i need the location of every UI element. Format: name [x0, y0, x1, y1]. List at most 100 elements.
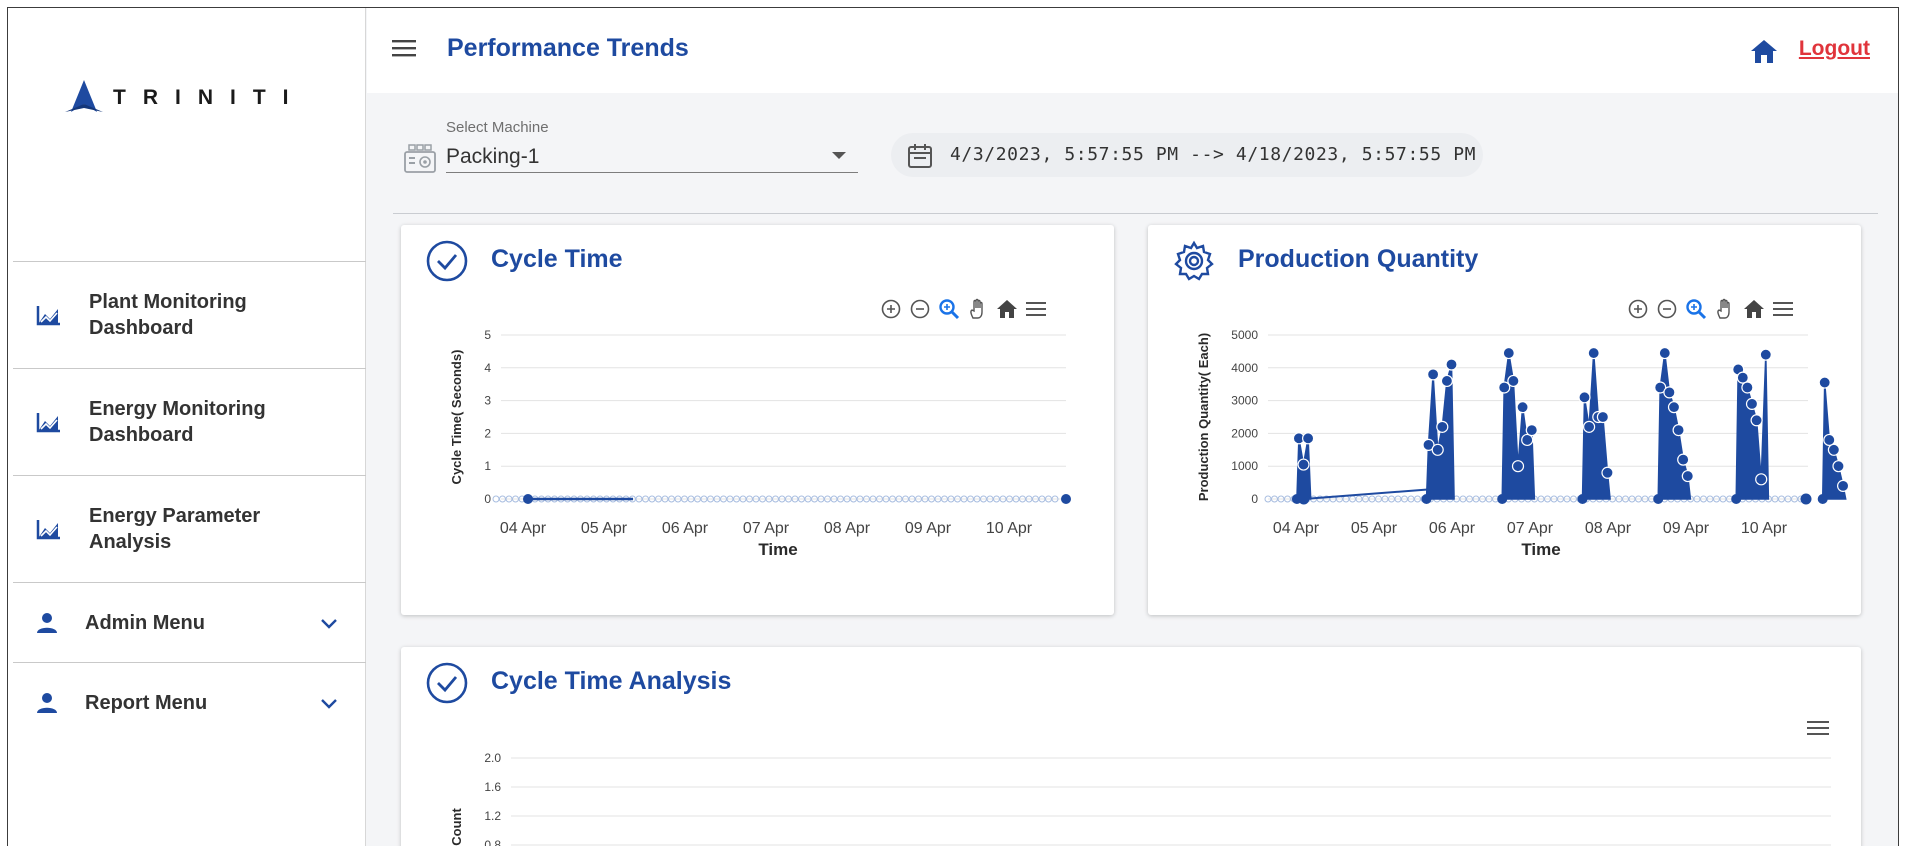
- triniti-logo-icon: [65, 80, 103, 112]
- data-point: [1297, 458, 1310, 471]
- chevron-down-icon[interactable]: [320, 697, 338, 709]
- cycle-time-analysis-chart: 0.8 1.2 1.6 2.0 Count: [449, 751, 1831, 846]
- data-point: [1587, 346, 1600, 360]
- data-point: [1741, 381, 1754, 394]
- data-point: [1817, 494, 1828, 504]
- data-point: [1818, 376, 1831, 389]
- chart-icon: [36, 520, 60, 540]
- data-point: [1507, 374, 1520, 388]
- data-point: [1672, 424, 1685, 437]
- logo: TRINITI: [63, 78, 306, 118]
- filter-bar: Select Machine Packing-1 4/3/2023, 5:57:…: [367, 93, 1898, 213]
- y-tick-label: 1: [484, 459, 491, 473]
- sidebar-item-report-menu[interactable]: Report Menu: [13, 662, 366, 742]
- y-tick-label: 0: [484, 492, 491, 506]
- x-tick-label: 07 Apr: [743, 520, 790, 537]
- app-frame: TRINITI Plant Monitoring Dashboard Energ…: [7, 7, 1899, 846]
- data-point: [1601, 466, 1614, 479]
- y-tick-label: 0: [1251, 492, 1258, 506]
- sidebar-nav: Plant Monitoring Dashboard Energy Monito…: [13, 261, 366, 742]
- home-icon[interactable]: [1750, 38, 1778, 64]
- data-point: [523, 494, 533, 504]
- y-axis-title: Cycle Time( Seconds): [449, 350, 464, 485]
- x-tick-label: 09 Apr: [905, 520, 952, 537]
- person-icon: [37, 692, 57, 713]
- sidebar-item-energy-parameter[interactable]: Energy Parameter Analysis: [13, 475, 366, 582]
- sidebar-item-admin-menu[interactable]: Admin Menu: [13, 582, 366, 662]
- sidebar-item-energy-monitoring[interactable]: Energy Monitoring Dashboard: [13, 368, 366, 475]
- x-tick-label: 10 Apr: [1741, 520, 1788, 537]
- chevron-down-icon[interactable]: [320, 617, 338, 629]
- divider: [393, 213, 1878, 214]
- cycle-time-analysis-card: Cycle Time Analysis 0.8 1.2 1.6 2.0 Count: [401, 647, 1861, 846]
- y-tick-label: 5: [484, 328, 491, 342]
- page-title: Performance Trends: [447, 34, 689, 62]
- data-point: [1578, 391, 1591, 404]
- data-point: [1731, 494, 1742, 504]
- y-tick-label: 2: [484, 426, 491, 440]
- x-tick-label: 08 Apr: [824, 520, 871, 537]
- x-tick-label: 08 Apr: [1585, 520, 1632, 537]
- y-tick-label: 2.0: [484, 751, 501, 765]
- x-tick-label: 06 Apr: [1429, 520, 1476, 537]
- machine-select-label: Select Machine: [446, 119, 549, 136]
- logo-text: TRINITI: [113, 86, 306, 109]
- logout-link[interactable]: Logout: [1799, 37, 1870, 61]
- machine-select[interactable]: Packing-1: [446, 137, 858, 173]
- data-point: [1511, 460, 1525, 473]
- sidebar-item-label: Plant Monitoring Dashboard: [89, 291, 247, 339]
- machine-icon: [404, 144, 436, 173]
- person-icon: [37, 612, 57, 633]
- sidebar-item-label: Report Menu: [85, 691, 208, 714]
- x-tick-label: 05 Apr: [1351, 520, 1398, 537]
- y-tick-label: 1000: [1231, 459, 1258, 473]
- data-point: [1745, 397, 1759, 410]
- x-axis-title: Time: [758, 540, 797, 559]
- data-point: [1750, 414, 1763, 427]
- y-axis-title: Production Quantity( Each): [1196, 333, 1211, 501]
- data-point: [492, 495, 500, 503]
- y-tick-label: 0.8: [484, 838, 501, 846]
- data-point: [1421, 494, 1432, 504]
- sidebar-item-label: Energy Parameter Analysis: [89, 505, 261, 553]
- data-point: [1681, 469, 1694, 483]
- y-tick-label: 1.2: [484, 809, 501, 823]
- data-point: [1061, 494, 1071, 504]
- data-point: [1577, 494, 1588, 504]
- cycle-time-card: Cycle Time 0 1 2 3 4 5 04 Apr 05 Apr 06 Apr 07 Ap…: [401, 225, 1114, 615]
- chart-icon: [36, 306, 60, 326]
- y-tick-label: 4: [484, 361, 491, 375]
- x-tick-label: 04 Apr: [1273, 520, 1320, 537]
- production-quantity-card: Production Quantity 0 1000 2000 3000 4000 500…: [1148, 225, 1861, 615]
- x-axis-title: Time: [1521, 540, 1560, 559]
- data-point: [1427, 368, 1440, 381]
- data-point: [1755, 473, 1768, 486]
- machine-select-value: Packing-1: [446, 145, 540, 168]
- x-tick-label: 06 Apr: [662, 520, 709, 537]
- production-quantity-chart: 0 1000 2000 3000 4000 5000 04 Apr 05 Apr 06 Apr 0…: [1196, 328, 1850, 559]
- data-point: [1596, 410, 1609, 424]
- calendar-icon[interactable]: [907, 143, 933, 169]
- y-tick-label: 3000: [1231, 394, 1258, 408]
- y-tick-label: 1.6: [484, 780, 501, 794]
- data-point: [1827, 443, 1841, 456]
- data-point: [1658, 346, 1671, 360]
- data-point: [1759, 348, 1772, 361]
- data-point: [1497, 494, 1508, 504]
- data-point: [1800, 493, 1812, 505]
- y-axis-title: Count: [449, 808, 464, 846]
- date-range-picker[interactable]: 4/3/2023, 5:57:55 PM --> 4/18/2023, 5:57…: [891, 133, 1483, 177]
- x-tick-label: 10 Apr: [986, 520, 1033, 537]
- dropdown-arrow-icon[interactable]: [832, 152, 846, 159]
- data-point: [1436, 420, 1449, 433]
- hamburger-menu-icon[interactable]: [391, 38, 417, 58]
- sidebar-item-label: Admin Menu: [85, 611, 205, 634]
- x-tick-label: 09 Apr: [1663, 520, 1710, 537]
- data-point: [1677, 453, 1690, 466]
- data-point: [1445, 358, 1458, 371]
- sidebar-item-plant-monitoring[interactable]: Plant Monitoring Dashboard: [13, 261, 366, 368]
- y-tick-label: 3: [484, 394, 491, 408]
- top-bar: Performance Trends Logout: [367, 8, 1898, 93]
- x-tick-label: 04 Apr: [500, 520, 547, 537]
- data-point: [1836, 479, 1850, 492]
